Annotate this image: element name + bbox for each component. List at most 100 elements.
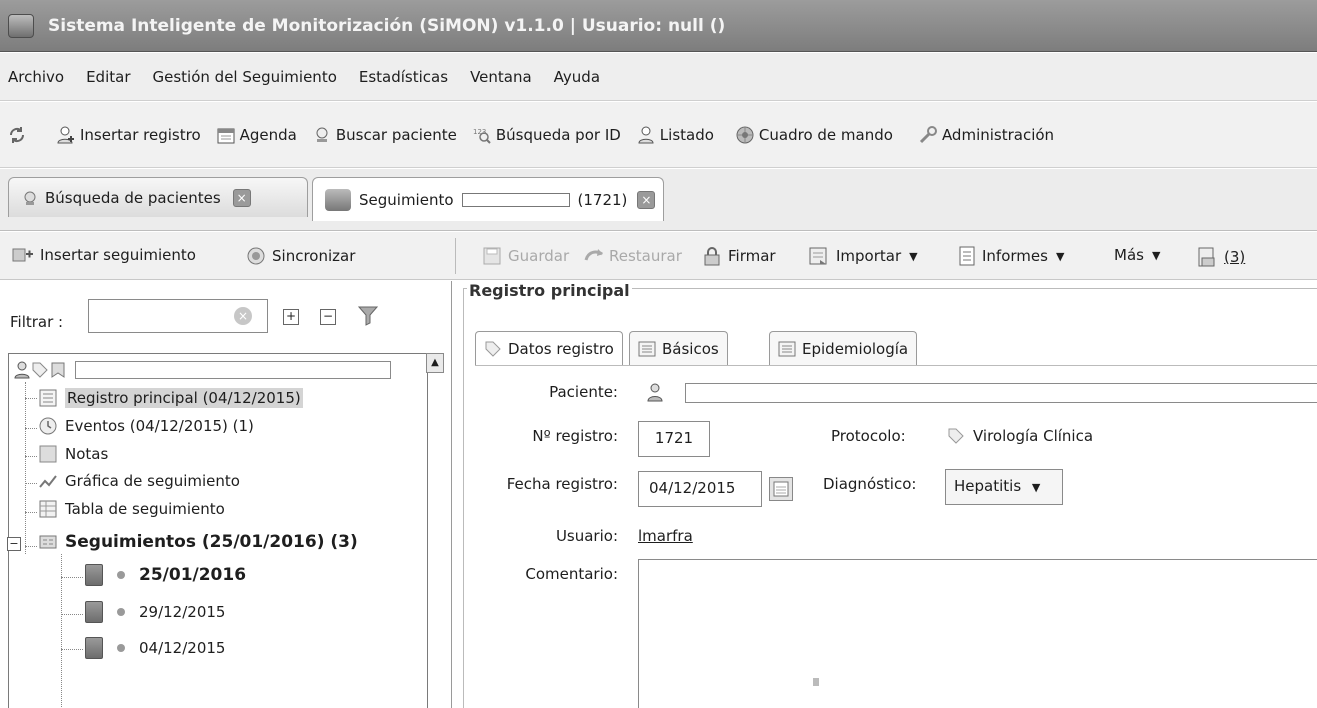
tree-item-main-record[interactable]: Registro principal (04/12/2015) xyxy=(39,388,303,408)
calendar-picker-icon[interactable] xyxy=(769,477,793,501)
tab-basicos[interactable]: Básicos xyxy=(629,331,728,365)
tree-item-label: Eventos (04/12/2015) (1) xyxy=(65,417,254,435)
record-editor: Registro principal Datos registro Básico… xyxy=(453,281,1317,708)
menu-gestion-seguimiento[interactable]: Gestión del Seguimiento xyxy=(153,68,337,86)
dashboard-button[interactable]: Cuadro de mando xyxy=(736,126,893,144)
sign-label: Firmar xyxy=(728,247,776,265)
tree-item-notes[interactable]: Notas xyxy=(39,445,108,463)
menu-archivo[interactable]: Archivo xyxy=(8,68,64,86)
tab-datos-registro[interactable]: Datos registro xyxy=(475,331,623,365)
tree-item-chart[interactable]: Gráfica de seguimiento xyxy=(39,472,240,490)
expand-all-icon[interactable]: + xyxy=(283,309,299,325)
menu-estadisticas[interactable]: Estadísticas xyxy=(359,68,448,86)
chevron-down-icon[interactable]: ▼ xyxy=(1152,249,1160,262)
sign-button[interactable]: Firmar xyxy=(702,246,776,266)
wrench-icon xyxy=(919,125,937,143)
sync-button[interactable]: Sincronizar xyxy=(246,246,355,266)
status-dot-icon xyxy=(117,644,125,652)
diagnosis-label: Diagnóstico: xyxy=(823,475,917,493)
clear-filter-icon[interactable]: × xyxy=(234,307,252,325)
chevron-down-icon[interactable]: ▼ xyxy=(909,250,917,263)
tree-connector xyxy=(25,456,37,457)
search-patient-button[interactable]: Buscar paciente xyxy=(313,126,457,144)
record-date-field[interactable]: 04/12/2015 xyxy=(638,471,762,507)
tab-strip: Búsqueda de pacientes × Seguimiento (172… xyxy=(0,169,1317,231)
bookmark-icon xyxy=(51,362,65,378)
administration-label: Administración xyxy=(941,125,1055,144)
insert-followup-button[interactable]: Insertar seguimiento xyxy=(12,246,196,264)
tab-datos-registro-label: Datos registro xyxy=(508,339,614,358)
id-search-button[interactable]: 123 Búsqueda por ID xyxy=(473,126,621,144)
scroll-up-icon[interactable]: ▲ xyxy=(426,353,444,373)
tree-item-events[interactable]: Eventos (04/12/2015) (1) xyxy=(39,417,254,435)
menu-ayuda[interactable]: Ayuda xyxy=(554,68,600,86)
protocol-label: Protocolo: xyxy=(831,427,906,445)
chevron-down-icon[interactable]: ▼ xyxy=(1056,250,1064,263)
tree-item-followups[interactable]: Seguimientos (25/01/2016) (3) xyxy=(39,532,358,552)
insert-followup-label: Insertar seguimiento xyxy=(40,246,196,264)
toolbar-separator xyxy=(455,238,456,274)
sync-label: Sincronizar xyxy=(272,247,356,265)
comment-label: Comentario: xyxy=(525,565,618,583)
window-title: Sistema Inteligente de Monitorización (S… xyxy=(48,15,726,36)
folder-list-icon xyxy=(39,535,57,549)
collapse-all-icon[interactable]: − xyxy=(320,309,336,325)
tree-connector xyxy=(25,512,37,513)
tree-item-table[interactable]: Tabla de seguimiento xyxy=(39,500,225,518)
patient-field[interactable] xyxy=(685,383,1317,403)
close-tab-icon[interactable]: × xyxy=(232,188,251,207)
main-toolbar: Insertar registro Agenda Buscar paciente… xyxy=(0,102,1317,168)
attachments-button[interactable]: (3) xyxy=(1196,246,1245,268)
menu-editar[interactable]: Editar xyxy=(86,68,130,86)
tree-item-followup[interactable]: 29/12/2015 xyxy=(85,601,225,623)
patient-icon xyxy=(14,361,30,379)
refresh-icon xyxy=(9,126,25,143)
refresh-button[interactable] xyxy=(8,126,31,144)
panel-toolbar: Insertar seguimiento Sincronizar Guardar… xyxy=(0,232,1317,280)
save-button[interactable]: Guardar xyxy=(482,246,569,266)
document-icon xyxy=(85,601,103,623)
navigation-panel: Filtrar : × + − Registro principal (04/1… xyxy=(0,281,452,708)
tab-patient-search-label: Búsqueda de pacientes xyxy=(45,188,221,207)
tree-item-followup[interactable]: 04/12/2015 xyxy=(85,637,225,659)
menu-bar: Archivo Editar Gestión del Seguimiento E… xyxy=(0,53,1317,101)
close-tab-icon[interactable]: × xyxy=(637,190,656,209)
app-icon xyxy=(8,13,34,38)
tree-root[interactable] xyxy=(13,358,423,382)
reports-button[interactable]: Informes ▼ xyxy=(958,246,1064,266)
sync-icon xyxy=(247,247,265,265)
tree-item-followup[interactable]: 25/01/2016 xyxy=(85,564,246,586)
patient-label: Paciente: xyxy=(549,383,618,401)
menu-ventana[interactable]: Ventana xyxy=(470,68,532,86)
user-link[interactable]: lmarfra xyxy=(638,527,693,545)
svg-text:123: 123 xyxy=(473,128,486,136)
tab-followup-label: Seguimiento xyxy=(359,190,454,209)
agenda-button[interactable]: Agenda xyxy=(217,126,297,144)
status-dot-icon xyxy=(117,608,125,616)
tree-connector xyxy=(61,649,83,650)
tab-patient-search[interactable]: Búsqueda de pacientes × xyxy=(8,177,308,217)
tag-icon xyxy=(948,428,964,444)
dashboard-label: Cuadro de mando xyxy=(758,125,893,144)
insert-record-button[interactable]: Insertar registro xyxy=(57,126,201,144)
tab-followup[interactable]: Seguimiento (1721) × xyxy=(312,177,664,221)
list-icon xyxy=(39,389,57,407)
comment-textarea[interactable] xyxy=(638,559,1317,708)
diagnosis-select[interactable]: Hepatitis ▼ xyxy=(945,469,1063,505)
listing-button[interactable]: Listado xyxy=(637,126,714,144)
administration-button[interactable]: Administración xyxy=(919,125,1055,144)
import-button[interactable]: Importar ▼ xyxy=(808,246,918,266)
collapse-node-icon[interactable]: − xyxy=(7,537,21,551)
tree-connector xyxy=(61,577,83,578)
more-button[interactable]: Más ▼ xyxy=(1114,246,1160,264)
restore-label: Restaurar xyxy=(609,247,682,265)
record-date-label: Fecha registro: xyxy=(506,475,618,493)
restore-button[interactable]: Restaurar xyxy=(583,246,682,266)
funnel-icon[interactable] xyxy=(358,305,378,327)
record-number-field[interactable]: 1721 xyxy=(638,421,710,457)
calendar-icon xyxy=(773,481,789,497)
import-label: Importar xyxy=(836,247,902,265)
tab-epidemiologia[interactable]: Epidemiología xyxy=(769,331,918,365)
tree-connector xyxy=(25,382,26,554)
tree-connector xyxy=(61,614,83,615)
